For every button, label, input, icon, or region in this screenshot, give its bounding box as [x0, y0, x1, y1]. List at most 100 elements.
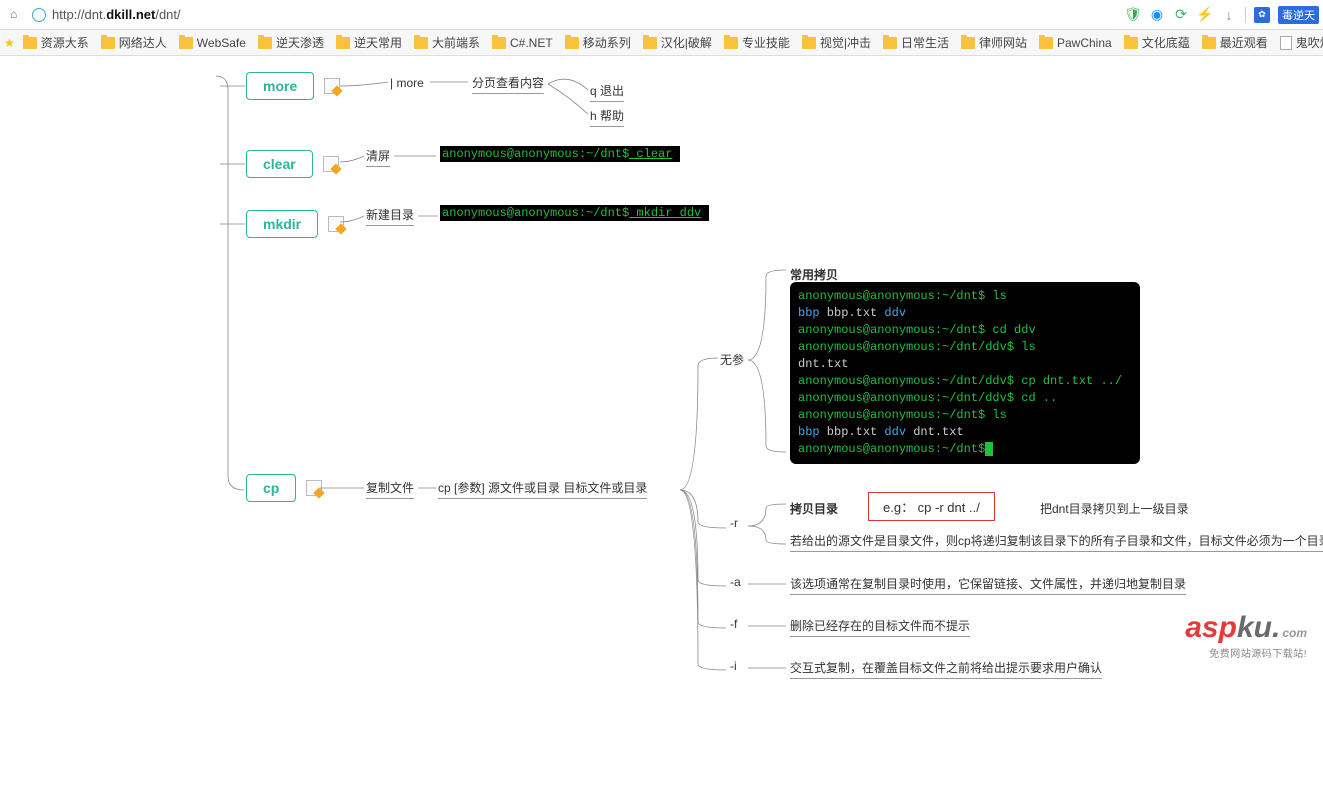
bookmark-item[interactable]: 日常生活 [883, 34, 949, 51]
bookmark-item[interactable]: 汉化|破解 [643, 34, 712, 51]
folder-icon [883, 37, 897, 49]
node-more-label: more [246, 72, 314, 100]
bookmark-item[interactable]: 移动系列 [565, 34, 631, 51]
logo-a: asp [1185, 611, 1237, 644]
folder-icon [802, 37, 816, 49]
bookmark-item[interactable]: 资源大系 [23, 34, 89, 51]
cp-i-desc: 交互式复制，在覆盖目标文件之前将给出提示要求用户确认 [790, 659, 1102, 679]
cp-noarg-label: 无参 [720, 351, 744, 368]
node-mkdir-label: mkdir [246, 210, 318, 238]
folder-icon [414, 37, 428, 49]
bookmark-label: 律师网站 [979, 34, 1027, 51]
bookmark-item[interactable]: 网络达人 [101, 34, 167, 51]
address-bar: ⌂ http://dnt.dkill.net/dnt/ 🛡 ◉ ⟳ ⚡ ↓ ✿ … [0, 0, 1323, 30]
toolbar-right: 🛡 ◉ ⟳ ⚡ ↓ ✿ 毒逆天 [1125, 6, 1319, 24]
bookmark-item[interactable]: 逆天常用 [336, 34, 402, 51]
term-prompt: anonymous@anonymous:~/dnt$ [442, 147, 629, 161]
folder-icon [643, 37, 657, 49]
url-prefix: http://dnt. [52, 7, 106, 22]
bookmark-item[interactable]: 文化底蕴 [1124, 34, 1190, 51]
paw-icon[interactable]: ✿ [1254, 7, 1270, 23]
mindmap-canvas[interactable]: more | more 分页查看内容 q 退出 h 帮助 clear 清屏 an… [0, 56, 1323, 670]
bookmark-label: 网络达人 [119, 34, 167, 51]
cp-f-desc: 删除已经存在的目标文件而不提示 [790, 617, 970, 637]
bookmark-label: 逆天渗透 [276, 34, 324, 51]
bookmark-label: PawChina [1057, 36, 1112, 50]
logo-dot: . [1272, 611, 1280, 644]
bookmark-label: 专业技能 [742, 34, 790, 51]
bookmark-label: 大前端系 [432, 34, 480, 51]
note-icon[interactable] [328, 216, 344, 232]
bolt-icon[interactable]: ⚡ [1197, 7, 1213, 23]
mkdir-desc-label: 新建目录 [366, 206, 414, 226]
folder-icon [492, 37, 506, 49]
url-field[interactable]: http://dnt.dkill.net/dnt/ [52, 7, 181, 22]
bookmark-item[interactable]: WebSafe [179, 36, 246, 50]
node-cp[interactable]: cp [246, 474, 322, 502]
term-cmd: clear [629, 147, 672, 161]
terminal-clear: anonymous@anonymous:~/dnt$ clear [440, 146, 680, 162]
note-icon[interactable] [324, 78, 340, 94]
cp-r-label: -r [730, 516, 738, 530]
bookmark-label: 资源大系 [41, 34, 89, 51]
bookmark-item[interactable]: 鬼吹灯之精绝 [1280, 34, 1323, 51]
bookmark-label: 鬼吹灯之精绝 [1296, 34, 1323, 51]
cp-i-label: -i [730, 659, 737, 673]
cp-r-desc: 若给出的源文件是目录文件，则cp将递归复制该目录下的所有子目录和文件，目标文件必… [790, 532, 1323, 552]
globe-icon [32, 8, 46, 22]
folder-icon [23, 37, 37, 49]
more-desc-label: 分页查看内容 [472, 74, 544, 94]
cp-f-label: -f [730, 617, 737, 631]
term-prompt: anonymous@anonymous:~/dnt$ [442, 206, 629, 220]
note-icon[interactable] [306, 480, 322, 496]
terminal-block: anonymous@anonymous:~/dnt$ lsbbp bbp.txt… [790, 282, 1140, 464]
logo-sub: 免费网站源码下载站! [1185, 645, 1307, 660]
folder-icon [565, 37, 579, 49]
star-icon[interactable]: ★ [4, 36, 15, 50]
node-more[interactable]: more [246, 72, 340, 100]
more-q-label: q 退出 [590, 82, 624, 102]
bookmark-item[interactable]: 大前端系 [414, 34, 480, 51]
shield-icon[interactable]: 🛡 [1125, 7, 1141, 23]
folder-icon [1202, 37, 1216, 49]
folder-icon [101, 37, 115, 49]
bookmark-label: 逆天常用 [354, 34, 402, 51]
cp-usage-label: cp [参数] 源文件或目录 目标文件或目录 [438, 479, 647, 499]
home-icon[interactable]: ⌂ [10, 7, 26, 23]
bookmark-label: C#.NET [510, 36, 553, 50]
bookmark-item[interactable]: PawChina [1039, 36, 1112, 50]
download-icon[interactable]: ↓ [1221, 7, 1237, 23]
page-icon [1280, 36, 1292, 50]
node-mkdir[interactable]: mkdir [246, 210, 344, 238]
folder-icon [179, 37, 193, 49]
bookmark-item[interactable]: 专业技能 [724, 34, 790, 51]
node-cp-label: cp [246, 474, 296, 502]
bookmark-item[interactable]: C#.NET [492, 36, 553, 50]
bookmark-item[interactable]: 最近观看 [1202, 34, 1268, 51]
bookmark-label: 汉化|破解 [661, 34, 712, 51]
cp-r-title: 拷贝目录 [790, 500, 838, 517]
terminal-mkdir: anonymous@anonymous:~/dnt$ mkdir ddv [440, 205, 709, 221]
node-clear-label: clear [246, 150, 313, 178]
url-domain: dkill.net [106, 7, 155, 22]
folder-icon [336, 37, 350, 49]
cp-r-example: e.g： cp -r dnt ../ [868, 492, 995, 521]
term-cmd: mkdir ddv [629, 206, 701, 220]
logo-b: ku [1237, 611, 1272, 644]
bookmark-label: 最近观看 [1220, 34, 1268, 51]
logo-com: com [1282, 626, 1307, 640]
bookmark-item[interactable]: 律师网站 [961, 34, 1027, 51]
folder-icon [1039, 37, 1053, 49]
bookmark-label: 视觉|冲击 [820, 34, 871, 51]
bookmark-item[interactable]: 视觉|冲击 [802, 34, 871, 51]
ext-button[interactable]: 毒逆天 [1278, 6, 1319, 24]
circle-icon[interactable]: ◉ [1149, 7, 1165, 23]
refresh-icon[interactable]: ⟳ [1173, 7, 1189, 23]
folder-icon [258, 37, 272, 49]
bookmark-item[interactable]: 逆天渗透 [258, 34, 324, 51]
note-icon[interactable] [323, 156, 339, 172]
node-clear[interactable]: clear [246, 150, 339, 178]
bookmark-label: 日常生活 [901, 34, 949, 51]
site-logo: aspku.com 免费网站源码下载站! [1185, 611, 1307, 660]
bookmark-label: 文化底蕴 [1142, 34, 1190, 51]
